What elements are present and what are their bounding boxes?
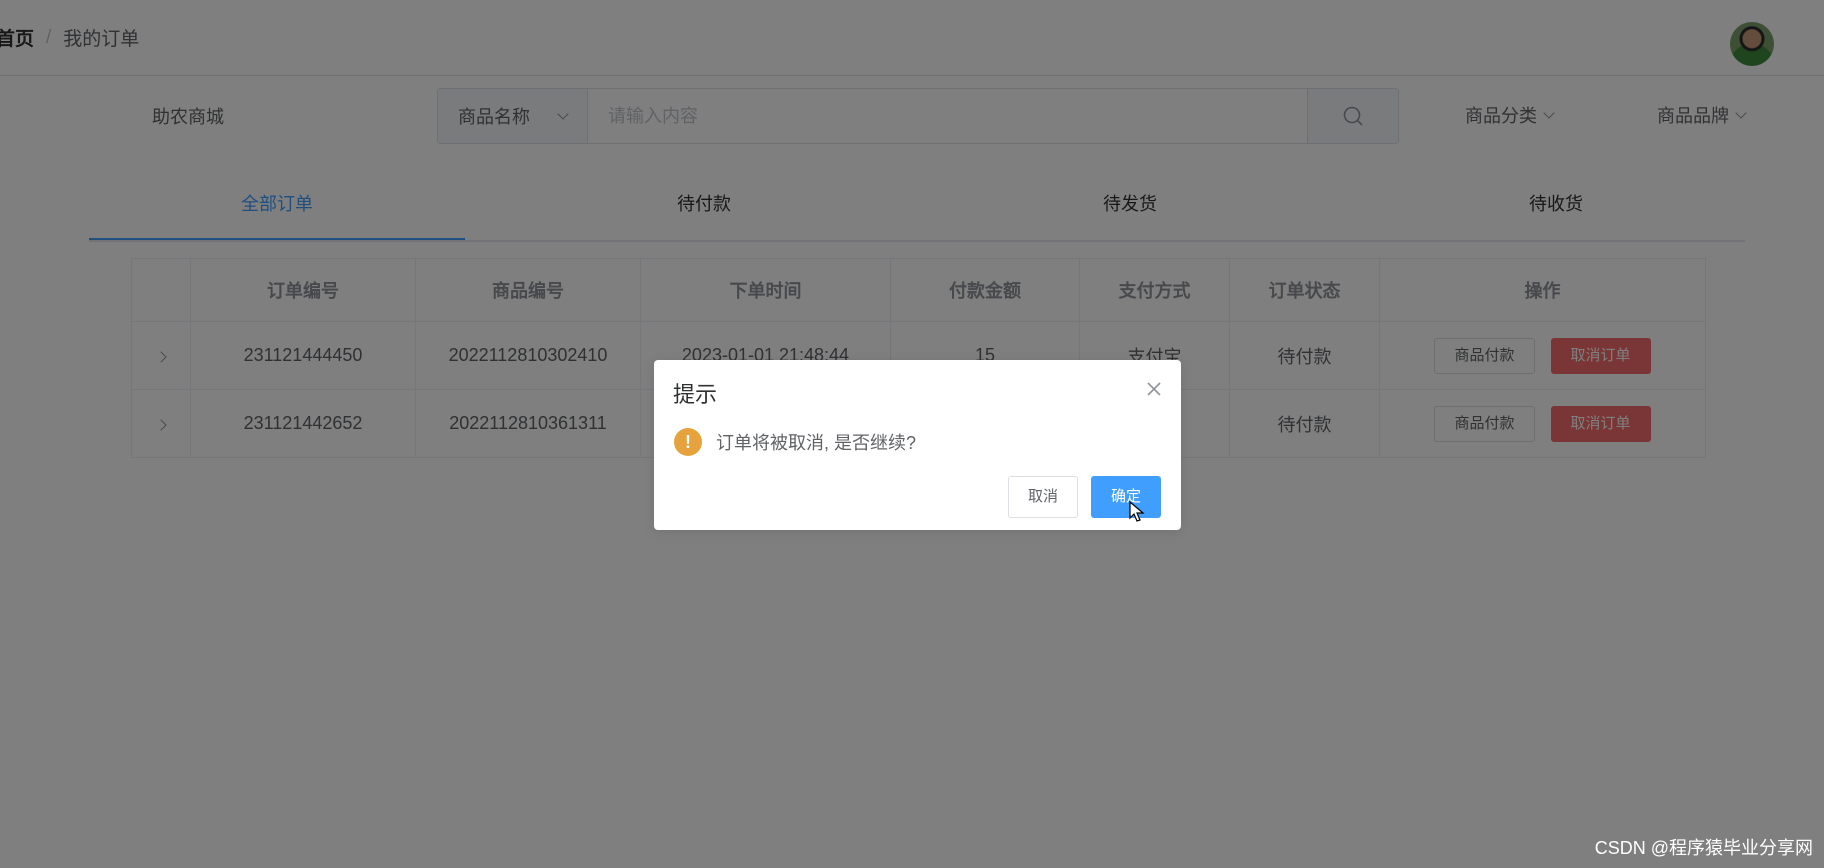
watermark: CSDN @程序猿毕业分享网 — [1594, 838, 1813, 858]
dialog-cancel-button[interactable]: 取消 — [1008, 476, 1079, 518]
dialog-title: 提示 — [673, 382, 718, 407]
close-icon[interactable] — [1145, 380, 1163, 398]
dialog-message: 订单将被取消, 是否继续? — [716, 433, 917, 453]
cursor-icon — [1129, 501, 1145, 522]
dialog-confirm-button[interactable]: 确定 — [1091, 476, 1162, 518]
confirm-dialog: 提示 ! 订单将被取消, 是否继续? 取消 确定 — [654, 360, 1181, 530]
dialog-body: ! 订单将被取消, 是否继续? — [674, 428, 916, 456]
warning-icon: ! — [674, 428, 702, 456]
